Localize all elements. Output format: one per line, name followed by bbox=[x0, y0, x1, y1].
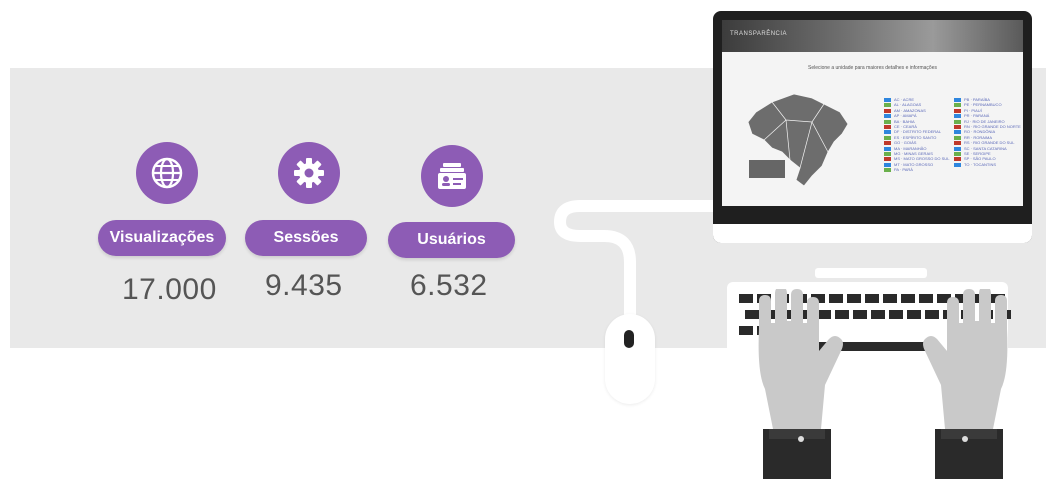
monitor-screen: TRANSPARÊNCIA Selecione a unidade para m… bbox=[722, 20, 1023, 206]
keyboard-key bbox=[883, 294, 897, 303]
states-legend-right: PB · PARAÍBA PE · PERNAMBUCO PI · PIAUÍ PR … bbox=[954, 97, 1021, 167]
state-link[interactable]: PA · PARÁ bbox=[884, 167, 949, 172]
mouse bbox=[605, 314, 655, 404]
keyboard-key bbox=[889, 310, 903, 319]
state-link[interactable]: RS · RIO GRANDE DO SUL bbox=[954, 140, 1021, 145]
monitor-stand bbox=[815, 268, 927, 278]
monitor-chin bbox=[713, 224, 1032, 243]
keyboard-key bbox=[865, 294, 879, 303]
map-instruction: Selecione a unidade para maiores detalhe… bbox=[808, 65, 937, 71]
state-link[interactable]: TO · TOCANTINS bbox=[954, 162, 1021, 167]
map-button[interactable] bbox=[749, 160, 785, 178]
keyboard-key bbox=[853, 310, 867, 319]
keyboard-key bbox=[871, 310, 885, 319]
site-header-banner: TRANSPARÊNCIA bbox=[722, 20, 1023, 52]
right-hand bbox=[923, 289, 1008, 479]
monitor: TRANSPARÊNCIA Selecione a unidade para m… bbox=[713, 11, 1032, 243]
site-logo: TRANSPARÊNCIA bbox=[730, 31, 788, 37]
mouse-wheel bbox=[624, 330, 634, 348]
states-legend-left: AC · ACRE AL · ALAGOAS AM · AMAZONAS AP · A… bbox=[884, 97, 949, 173]
left-hand bbox=[758, 289, 843, 479]
